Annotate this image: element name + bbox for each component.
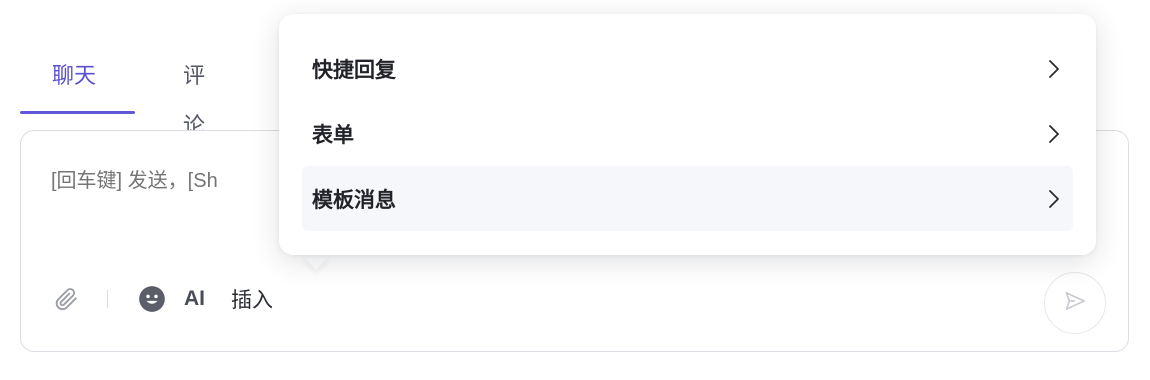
ai-button[interactable]: AI bbox=[184, 287, 205, 311]
tab-comment[interactable]: 评论 bbox=[183, 52, 205, 139]
chevron-right-icon bbox=[1045, 58, 1063, 80]
menu-item-label: 快捷回复 bbox=[312, 57, 396, 82]
composer-toolbar: AI 插入 bbox=[53, 279, 273, 319]
emoji-icon[interactable] bbox=[138, 285, 166, 313]
send-button[interactable] bbox=[1044, 272, 1106, 334]
tab-chat[interactable]: 聊天 bbox=[20, 52, 135, 114]
active-tab-indicator bbox=[20, 111, 135, 114]
menu-item-quick-reply[interactable]: 快捷回复 bbox=[302, 36, 1073, 101]
tab-chat-label: 聊天 bbox=[52, 64, 97, 89]
menu-item-label: 模板消息 bbox=[312, 187, 396, 212]
toolbar-divider bbox=[107, 290, 108, 308]
send-icon bbox=[1062, 288, 1088, 318]
chevron-right-icon bbox=[1045, 123, 1063, 145]
paperclip-icon[interactable] bbox=[53, 285, 81, 313]
menu-item-template-message[interactable]: 模板消息 bbox=[302, 166, 1073, 231]
menu-item-form[interactable]: 表单 bbox=[302, 101, 1073, 166]
tab-comment-label: 评论 bbox=[183, 64, 206, 139]
insert-menu: 快捷回复 表单 模板消息 bbox=[279, 14, 1096, 255]
chevron-right-icon bbox=[1045, 188, 1063, 210]
menu-item-label: 表单 bbox=[312, 122, 354, 147]
insert-button[interactable]: 插入 bbox=[231, 284, 273, 314]
